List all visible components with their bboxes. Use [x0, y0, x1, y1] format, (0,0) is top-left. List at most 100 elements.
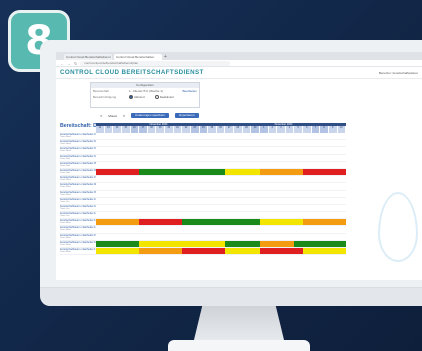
shift-block-green[interactable]: [182, 219, 260, 226]
shift-block-yellow[interactable]: [225, 248, 260, 255]
forward-icon[interactable]: →: [67, 61, 71, 66]
monitor-stand-base: [168, 340, 310, 351]
employee-name[interactable]: bereitschaftsteam.mitarbeiter.04 Team Süd: [60, 155, 96, 162]
day-cell: 27: [225, 126, 234, 133]
shift-block-red[interactable]: [139, 219, 183, 226]
shift-block-green[interactable]: [294, 240, 346, 247]
employee-name[interactable]: bereitschaftsteam.mitarbeiter.17 Team Mit…: [60, 248, 96, 256]
empty-slot[interactable]: [96, 212, 346, 218]
shift-block-green[interactable]: [96, 240, 140, 247]
shift-block-red[interactable]: [259, 248, 303, 255]
empty-slot[interactable]: [96, 226, 346, 232]
shift-block-yellow[interactable]: [96, 248, 140, 255]
shift-block-orange[interactable]: [259, 168, 303, 176]
shift-block-red[interactable]: [302, 168, 347, 176]
prev-month-button[interactable]: <: [100, 113, 102, 118]
empty-slot[interactable]: [96, 176, 346, 182]
empty-slot[interactable]: [96, 183, 346, 189]
day-cell: 9: [328, 126, 338, 133]
radio-activated[interactable]: [129, 95, 133, 100]
bereitschaft-select[interactable]: 1 - Dienst IT-C (Woche 1): [129, 89, 182, 93]
empty-slot[interactable]: [96, 155, 346, 161]
employee-name[interactable]: bereitschaftsteam.mitarbeiter.11 Team Ost: [60, 205, 96, 213]
employee-name[interactable]: bereitschaftsteam.mitarbeiter.02 Team Nor…: [60, 140, 96, 148]
export-button[interactable]: Exportieren: [175, 113, 199, 118]
schedule-row: [96, 140, 346, 148]
day-cell: 24: [199, 126, 209, 133]
shift-block-yellow[interactable]: [302, 248, 347, 255]
employee-name[interactable]: bereitschaftsteam.mitarbeiter.09 Team Wes…: [60, 191, 96, 198]
employee-name[interactable]: bereitschaftsteam.mitarbeiter.14 Team Mit…: [60, 226, 96, 234]
employee-team-label: Team Nord: [60, 136, 71, 138]
empty-slot[interactable]: [96, 162, 346, 168]
empty-slot[interactable]: [96, 234, 346, 240]
schedule-row: [96, 248, 347, 256]
employee-name[interactable]: bereitschaftsteam.mitarbeiter.13 Team Mit…: [60, 219, 96, 227]
shift-block-orange[interactable]: [96, 219, 140, 226]
employee-team-label: Team Süd: [60, 164, 70, 167]
new-tab-button[interactable]: +: [164, 54, 167, 60]
day-cell: 23: [190, 126, 200, 133]
shift-block-red[interactable]: [96, 168, 140, 176]
day-cell: 18: [147, 126, 157, 133]
schedule-row: [96, 219, 347, 227]
shift-block-green[interactable]: [139, 168, 226, 176]
shift-block-yellow[interactable]: [259, 219, 303, 226]
employee-team-label: Team Mitte: [60, 243, 71, 246]
address-field[interactable]: control-cloud.de/bereitschaftsdienst/pla…: [80, 60, 231, 66]
day-cell: 2: [268, 126, 278, 133]
radio-group: Aktiviert Deaktiviert: [129, 94, 197, 100]
empty-slot[interactable]: [96, 191, 346, 197]
day-cell: 29: [242, 126, 252, 133]
back-icon[interactable]: ←: [60, 61, 64, 66]
employee-team-label: Team Nord: [60, 150, 71, 153]
monitor-screen: Control Cloud Bereitschaftsdienst Contro…: [56, 52, 422, 280]
save-button[interactable]: Änderungen speichern: [131, 113, 170, 118]
edit-link[interactable]: Bearbeiten: [182, 89, 197, 93]
shift-block-red[interactable]: [182, 248, 226, 255]
user-info[interactable]: Benutzer: bereitschaftsplaner: [379, 71, 418, 75]
shift-block-orange[interactable]: [302, 219, 347, 226]
day-cell: 25: [208, 126, 217, 133]
day-cell: 1: [259, 126, 269, 133]
radio-deactivated[interactable]: [154, 95, 159, 100]
reload-icon[interactable]: ↻: [74, 61, 77, 66]
day-cell: 26: [216, 126, 226, 133]
day-cell: 30: [251, 126, 260, 133]
shift-block-yellow[interactable]: [225, 168, 260, 176]
employee-name[interactable]: bereitschaftsteam.mitarbeiter.03 Team Nor…: [60, 147, 96, 155]
employee-name[interactable]: bereitschaftsteam.mitarbeiter.08 Team Wes…: [60, 183, 96, 191]
empty-slot[interactable]: [96, 133, 346, 139]
schedule-row: [96, 240, 346, 248]
empty-slot[interactable]: [96, 198, 346, 204]
browser-tab-active[interactable]: Control Cloud Bereitschaften: [114, 54, 162, 60]
employee-name[interactable]: bereitschaftsteam.mitarbeiter.15 Team Mit…: [60, 234, 96, 241]
shift-block-yellow[interactable]: [139, 240, 226, 247]
shift-block-orange[interactable]: [139, 248, 183, 255]
employee-name[interactable]: bereitschaftsteam.mitarbeiter.05 Team Süd: [60, 162, 96, 169]
empty-slot[interactable]: [96, 147, 346, 153]
schedule-row: [96, 212, 346, 220]
browser-tab[interactable]: Control Cloud Bereitschaftsdienst: [64, 54, 112, 60]
next-month-button[interactable]: >: [123, 113, 125, 118]
employee-name[interactable]: bereitschaftsteam.mitarbeiter.06 Team Süd: [60, 169, 96, 177]
day-cell: 28: [234, 126, 243, 133]
empty-slot[interactable]: [96, 205, 346, 211]
employee-name[interactable]: bereitschaftsteam.mitarbeiter.10 Team Ost: [60, 198, 96, 205]
monitor-stand: [193, 306, 285, 344]
configuration-panel: Konfiguration Bereitschaft 1 - Dienst IT…: [90, 82, 200, 108]
employee-name[interactable]: bereitschaftsteam.mitarbeiter.12 Team Ost: [60, 212, 96, 220]
employee-name[interactable]: bereitschaftsteam.mitarbeiter.07 Team Wes…: [60, 176, 96, 184]
schedule-row: [96, 198, 346, 205]
day-cell: 21: [173, 126, 183, 133]
employee-name[interactable]: bereitschaftsteam.mitarbeiter.01 Team Nor…: [60, 133, 96, 141]
employee-team-label: Team Mitte: [60, 236, 71, 239]
shift-block-green[interactable]: [225, 240, 260, 247]
radio-label: Aktiviert: [134, 94, 145, 99]
shift-block-orange[interactable]: [259, 240, 295, 247]
employee-name[interactable]: bereitschaftsteam.mitarbeiter.16 Team Mit…: [60, 241, 96, 248]
empty-slot[interactable]: [96, 140, 346, 146]
employee-team-label: Team Ost: [60, 207, 70, 210]
schedule-row: [96, 205, 346, 213]
schedule-row: [96, 155, 346, 162]
